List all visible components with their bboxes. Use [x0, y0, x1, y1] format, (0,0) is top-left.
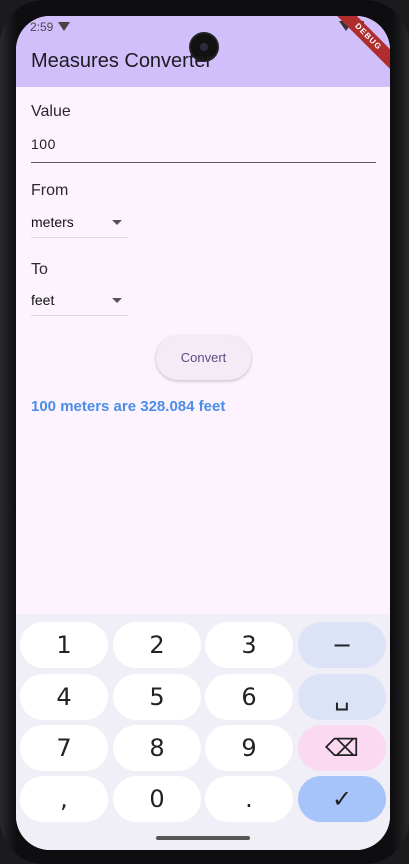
home-indicator[interactable] [156, 836, 250, 840]
backspace-key[interactable]: ⌫ [298, 725, 386, 771]
from-label: From [31, 182, 69, 199]
page-title: Measures Converter [31, 50, 213, 72]
value-input[interactable]: 100 [31, 136, 56, 152]
key-6[interactable]: 6 [205, 674, 293, 720]
value-input-underline [31, 162, 376, 163]
key-7[interactable]: 7 [20, 725, 108, 771]
from-dropdown[interactable]: meters [31, 209, 128, 238]
key-4[interactable]: 4 [20, 674, 108, 720]
key-2[interactable]: 2 [113, 622, 201, 668]
space-key[interactable]: ␣ [298, 674, 386, 720]
key-5[interactable]: 5 [113, 674, 201, 720]
done-key[interactable]: ✓ [298, 776, 386, 822]
minus-key[interactable]: − [298, 622, 386, 668]
key-9[interactable]: 9 [205, 725, 293, 771]
key-1[interactable]: 1 [20, 622, 108, 668]
to-dropdown[interactable]: feet [31, 287, 128, 316]
key-3[interactable]: 3 [205, 622, 293, 668]
dropdown-arrow-icon [112, 220, 122, 225]
device-frame: 2:59 DEBUG Measures Converter Value 100 … [0, 0, 409, 864]
numeric-keyboard: 1 2 3 − 4 5 6 ␣ 7 8 9 ⌫ , 0 . ✓ [16, 614, 390, 850]
period-key[interactable]: . [205, 776, 293, 822]
screen: 2:59 DEBUG Measures Converter Value 100 … [16, 16, 390, 850]
dropdown-arrow-icon [112, 298, 122, 303]
convert-button[interactable]: Convert [156, 336, 251, 380]
app-bar: 2:59 DEBUG Measures Converter [16, 16, 390, 87]
to-dropdown-value: feet [31, 292, 55, 308]
wifi-icon [58, 22, 70, 31]
comma-key[interactable]: , [20, 776, 108, 822]
value-label: Value [31, 103, 71, 120]
to-label: To [31, 261, 48, 278]
result-text: 100 meters are 328.084 feet [31, 398, 226, 415]
key-8[interactable]: 8 [113, 725, 201, 771]
from-dropdown-value: meters [31, 214, 74, 230]
key-0[interactable]: 0 [113, 776, 201, 822]
status-time: 2:59 [30, 20, 54, 34]
